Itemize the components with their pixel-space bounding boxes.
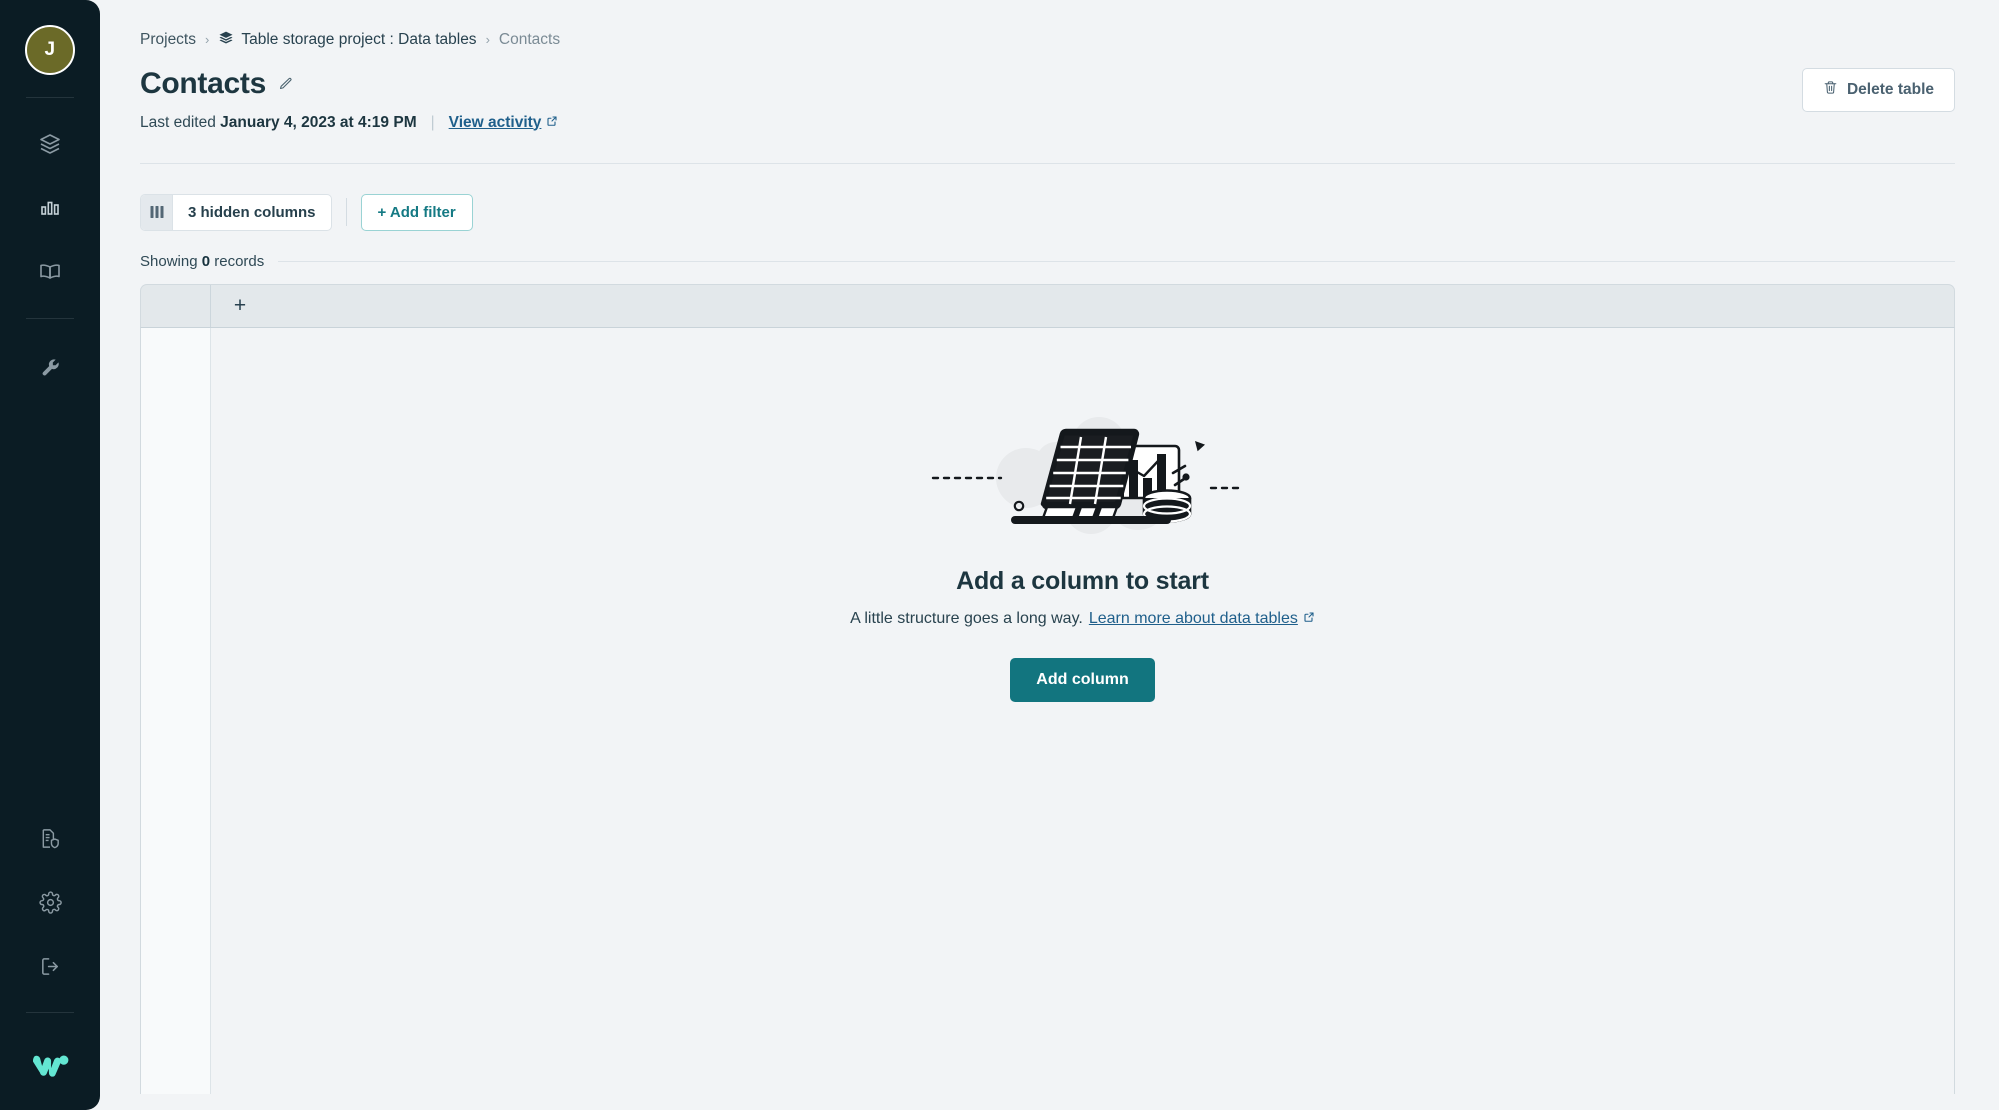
external-link-icon	[1303, 610, 1315, 628]
left-sidebar: J	[0, 0, 100, 1110]
avatar-initial: J	[44, 39, 56, 60]
empty-state: Add a column to start A little structure…	[211, 416, 1954, 702]
breadcrumb-projects[interactable]: Projects	[140, 32, 196, 48]
bar-chart-icon	[38, 196, 62, 220]
page-title: Contacts	[140, 66, 266, 100]
chevron-right-icon-2: ›	[485, 32, 490, 48]
breadcrumb-current: Contacts	[498, 31, 561, 48]
sidebar-item-docs[interactable]	[24, 246, 76, 298]
page-title-row: Contacts	[140, 67, 1955, 101]
app-root: J Projects › Table storage project: Dat…	[0, 0, 1999, 1110]
empty-state-title: Add a column to start	[956, 566, 1209, 595]
document-shield-icon	[39, 827, 62, 850]
records-count: 0	[201, 252, 211, 270]
sidebar-item-reports[interactable]	[24, 812, 76, 864]
showing-suffix: records	[214, 252, 265, 270]
edit-pencil-icon[interactable]	[278, 76, 293, 91]
table-empty-canvas: Add a column to start A little structure…	[211, 328, 1954, 1094]
trash-icon	[1823, 80, 1838, 100]
sidebar-item-data-tables[interactable]	[24, 118, 76, 170]
table-header-gutter	[141, 284, 211, 327]
showing-records-text: Showing 0 records	[140, 253, 264, 270]
table-row-gutter	[141, 327, 211, 1094]
empty-state-illustration	[923, 416, 1243, 541]
table-header-row: +	[140, 283, 1955, 328]
toolbar-separator	[345, 198, 347, 226]
header-divider	[140, 162, 1955, 164]
last-edited-date: January 4, 2023 at 4:19 PM	[220, 113, 417, 131]
add-column-plus-icon[interactable]: +	[229, 295, 251, 317]
view-activity-link[interactable]: View activity	[449, 114, 559, 132]
sidebar-divider-top	[26, 97, 74, 98]
breadcrumb: Projects › Table storage project : Data …	[140, 30, 1955, 50]
delete-table-button[interactable]: Delete table	[1801, 68, 1955, 112]
last-edited-row: Last edited January 4, 2023 at 4:19 PM |…	[140, 114, 1955, 132]
learn-more-label: Learn more about data tables	[1088, 609, 1298, 627]
showing-records-row: Showing 0 records	[140, 253, 1955, 270]
avatar[interactable]: J	[25, 25, 75, 75]
gear-icon	[38, 890, 62, 914]
hidden-columns-label: 3 hidden columns	[188, 203, 316, 221]
layers-icon	[38, 132, 62, 156]
layers-icon	[218, 30, 234, 50]
add-column-button[interactable]: Add column	[1010, 657, 1155, 702]
wrench-icon	[39, 358, 62, 381]
breadcrumb-project-label: Table storage project : Data tables	[241, 31, 477, 48]
main-inner: Projects › Table storage project : Data …	[100, 0, 1999, 1094]
logout-icon	[39, 955, 62, 978]
view-activity-label: View activity	[448, 113, 542, 131]
sidebar-divider-bottom	[26, 1012, 74, 1013]
book-icon	[38, 260, 62, 284]
data-table: + Add a column to start A little structu…	[140, 283, 1955, 1094]
chevron-right-icon: ›	[205, 32, 210, 48]
empty-state-subtitle: A little structure goes a long way. Lear…	[850, 610, 1315, 628]
showing-prefix: Showing	[140, 252, 198, 270]
learn-more-link[interactable]: Learn more about data tables	[1089, 610, 1315, 628]
main-content: Projects › Table storage project : Data …	[100, 0, 1999, 1110]
sidebar-divider-mid	[26, 318, 74, 319]
last-edited-text: Last edited January 4, 2023 at 4:19 PM	[140, 114, 417, 132]
brand-logo[interactable]	[30, 1051, 70, 1082]
last-edited-prefix: Last edited	[140, 113, 216, 131]
meta-separator: |	[430, 113, 435, 131]
external-link-icon	[546, 114, 558, 132]
table-header-add-cell: +	[211, 285, 1954, 327]
sidebar-item-tools[interactable]	[24, 343, 76, 395]
sidebar-item-settings[interactable]	[24, 876, 76, 928]
sidebar-item-logout[interactable]	[24, 940, 76, 992]
showing-divider	[278, 260, 1955, 262]
add-filter-button[interactable]: + Add filter	[360, 193, 473, 231]
empty-state-subtitle-text: A little structure goes a long way.	[850, 609, 1083, 627]
table-toolbar: 3 hidden columns + Add filter	[140, 193, 1955, 231]
hidden-columns-button[interactable]: 3 hidden columns	[140, 193, 332, 231]
delete-table-label: Delete table	[1846, 81, 1934, 98]
columns-icon	[141, 194, 173, 230]
breadcrumb-project[interactable]: Table storage project : Data tables	[218, 30, 477, 50]
sidebar-item-analytics[interactable]	[24, 182, 76, 234]
table-body: Add a column to start A little structure…	[140, 327, 1955, 1094]
